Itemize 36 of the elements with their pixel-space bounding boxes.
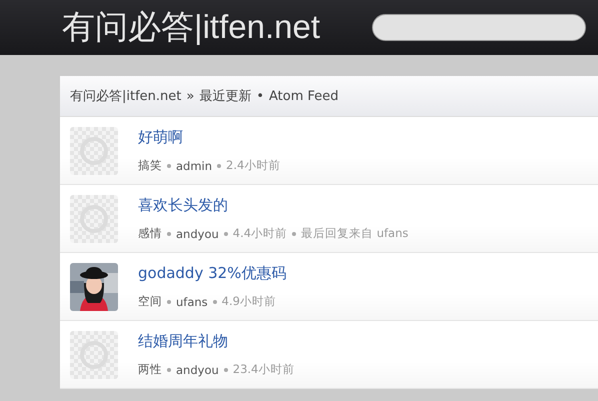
breadcrumb-link[interactable]: 有问必答|itfen.net bbox=[70, 87, 182, 105]
last-reply-text: 最后回复来自 ufans bbox=[301, 226, 408, 241]
post-title-link[interactable]: 喜欢长头发的 bbox=[138, 195, 408, 215]
author-link[interactable]: ufans bbox=[176, 294, 208, 308]
site-title[interactable]: 有问必答|itfen.net bbox=[62, 5, 362, 50]
post-title-link[interactable]: 结婚周年礼物 bbox=[138, 331, 294, 351]
separator-dot bbox=[167, 232, 171, 236]
post-title-link[interactable]: godaddy 32%优惠码 bbox=[138, 263, 286, 283]
post-time: 4.9小时前 bbox=[222, 294, 276, 309]
category-link[interactable]: 两性 bbox=[138, 362, 162, 377]
separator-dot bbox=[217, 164, 222, 168]
post-time: 2.4小时前 bbox=[226, 158, 280, 173]
default-avatar-icon bbox=[70, 127, 118, 175]
post-title-link[interactable]: 好萌啊 bbox=[138, 127, 280, 147]
post-time: 4.4小时前 bbox=[232, 226, 288, 241]
separator-dot bbox=[167, 300, 171, 304]
separator-dot bbox=[292, 232, 296, 236]
author-link[interactable]: admin bbox=[176, 158, 212, 172]
search-field[interactable] bbox=[372, 14, 586, 41]
separator-dot bbox=[167, 164, 171, 168]
breadcrumb-separator: • bbox=[256, 88, 264, 104]
default-avatar-icon bbox=[70, 331, 118, 379]
feed-link[interactable]: Atom Feed bbox=[269, 88, 339, 104]
post-time: 23.4小时前 bbox=[232, 362, 294, 377]
author-link[interactable]: andyou bbox=[176, 362, 219, 376]
default-avatar-icon bbox=[70, 195, 118, 243]
breadcrumb-separator: » bbox=[186, 88, 194, 104]
separator-dot bbox=[224, 232, 228, 236]
separator-dot bbox=[167, 368, 171, 372]
separator-dot bbox=[224, 368, 228, 372]
separator-dot bbox=[212, 300, 217, 304]
author-link[interactable]: andyou bbox=[176, 226, 219, 240]
category-link[interactable]: 感情 bbox=[138, 226, 162, 241]
category-link[interactable]: 空间 bbox=[138, 294, 162, 309]
category-link[interactable]: 搞笑 bbox=[138, 158, 162, 173]
breadcrumb-current: 最近更新 bbox=[199, 88, 252, 105]
